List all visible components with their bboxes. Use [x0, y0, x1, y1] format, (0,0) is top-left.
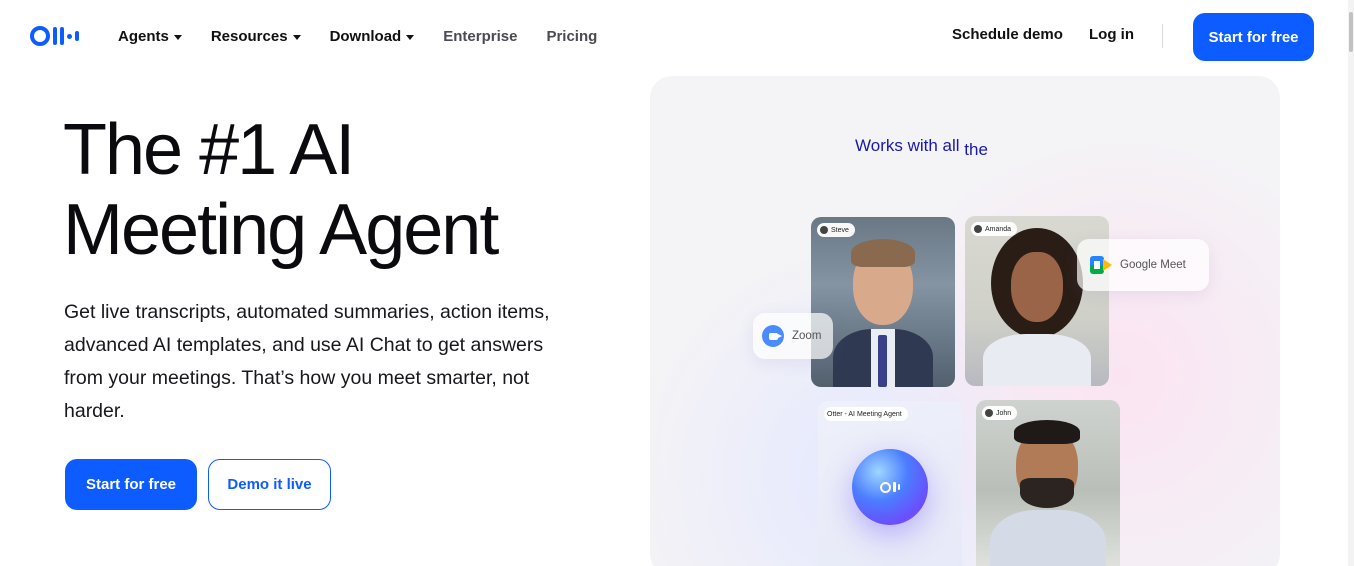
demo-it-live-button[interactable]: Demo it live: [208, 459, 331, 510]
hero-title-line1: The #1 AI: [63, 110, 355, 190]
avatar: [985, 409, 993, 417]
nav-divider: [1162, 24, 1163, 48]
chevron-down-icon: [292, 34, 301, 40]
avatar: [820, 226, 828, 234]
works-with-text: Works with all: [855, 136, 960, 155]
nav-enterprise-label: Enterprise: [443, 27, 518, 45]
participant-name-otter: Otter - AI Meeting Agent: [827, 410, 902, 418]
participant-beard: [1020, 478, 1074, 508]
login-link[interactable]: Log in: [1089, 26, 1134, 43]
google-meet-integration-chip: Google Meet: [1077, 239, 1209, 291]
chevron-down-icon: [406, 34, 415, 40]
hero-title: The #1 AI Meeting Agent: [63, 110, 623, 270]
hero-visual-panel: Works with all the Steve Amanda Otter - …: [650, 76, 1280, 566]
hero-title-line2: Meeting Agent: [63, 190, 499, 270]
scrollbar-thumb[interactable]: [1349, 12, 1353, 52]
participant-hair: [851, 239, 915, 267]
participant-name-amanda: Amanda: [985, 225, 1012, 233]
nav-pricing-label: Pricing: [546, 27, 598, 45]
nav-start-for-free-button[interactable]: Start for free: [1193, 13, 1314, 61]
google-meet-icon: [1090, 256, 1112, 274]
participant-name-steve: Steve: [831, 226, 849, 234]
avatar: [974, 225, 982, 233]
nav-download[interactable]: Download: [330, 26, 415, 46]
otter-logo-icon: [880, 481, 900, 493]
schedule-demo-link[interactable]: Schedule demo: [952, 26, 1063, 43]
zoom-label: Zoom: [792, 330, 822, 342]
participant-body: [990, 510, 1106, 566]
participant-tile-john: John: [976, 400, 1120, 566]
zoom-integration-chip: Zoom: [753, 313, 833, 359]
nav-resources[interactable]: Resources: [211, 26, 301, 46]
hero-subtitle: Get live transcripts, automated summarie…: [64, 301, 550, 422]
google-meet-label: Google Meet: [1120, 259, 1186, 271]
participant-face: [1011, 252, 1063, 322]
chevron-down-icon: [173, 34, 182, 40]
nav-enterprise[interactable]: Enterprise: [443, 26, 517, 46]
participant-tag-steve: Steve: [817, 223, 855, 237]
participant-body: [983, 334, 1091, 386]
participant-hair: [1014, 420, 1080, 444]
nav-links: Agents Resources Download Enterprise Pri…: [118, 26, 626, 46]
nav-resources-label: Resources: [210, 27, 288, 45]
nav-agents-label: Agents: [118, 27, 169, 45]
otter-logo[interactable]: [30, 26, 79, 46]
works-with-tail: the: [964, 140, 988, 159]
participant-tag-otter: Otter - AI Meeting Agent: [824, 407, 908, 421]
hero-start-for-free-button[interactable]: Start for free: [65, 459, 197, 510]
top-navigation: Agents Resources Download Enterprise Pri…: [0, 0, 1354, 72]
nav-download-label: Download: [329, 27, 402, 45]
participant-tag-amanda: Amanda: [971, 222, 1018, 236]
page-scrollbar[interactable]: [1348, 0, 1354, 566]
zoom-icon: [762, 325, 784, 347]
works-with-heading: Works with all the: [855, 136, 988, 159]
otter-agent-orb: [852, 449, 928, 525]
participant-tile-otter-agent: Otter - AI Meeting Agent: [818, 401, 962, 566]
participant-tile-steve: Steve: [811, 217, 955, 387]
nav-pricing[interactable]: Pricing: [546, 26, 597, 46]
nav-agents[interactable]: Agents: [118, 26, 182, 46]
participant-name-john: John: [996, 409, 1012, 417]
tie: [878, 335, 887, 387]
participant-tag-john: John: [982, 406, 1018, 420]
